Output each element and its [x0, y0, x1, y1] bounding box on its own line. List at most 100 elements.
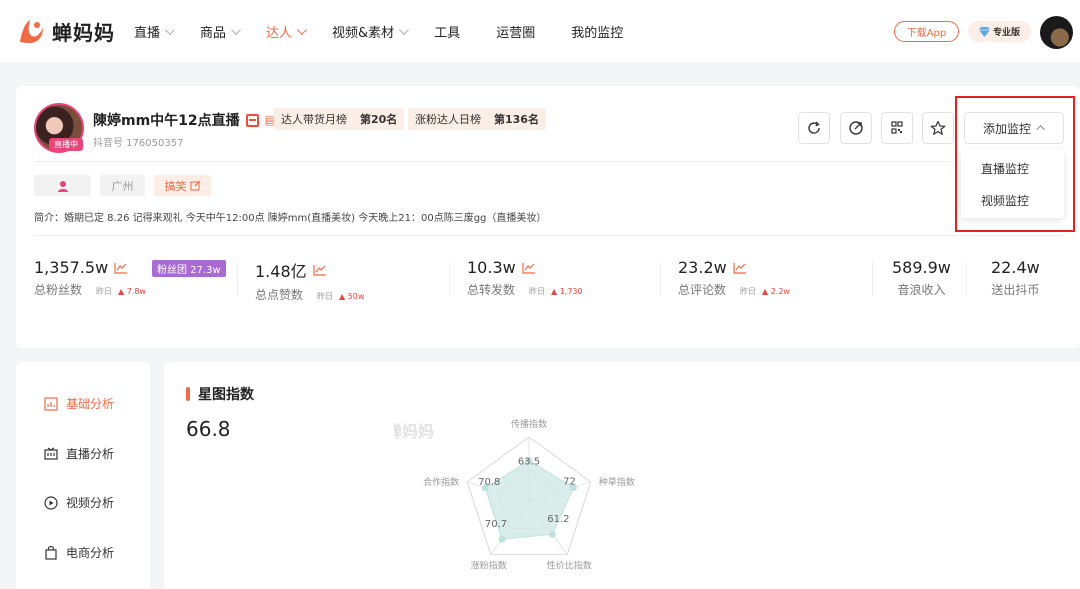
play-circle-icon — [44, 495, 58, 510]
stat-total-comments: 23.2w 总评论数 昨日 ▲ 2.2w — [678, 258, 790, 298]
pro-version-button[interactable]: 专业版 — [968, 21, 1031, 42]
nav-item-influencers[interactable]: 达人 — [266, 22, 307, 41]
sidebar-item-video-analysis[interactable]: 视频分析 — [44, 494, 114, 511]
radar-value-label: 70.8 — [478, 477, 500, 488]
nav-item-products[interactable]: 商品 — [200, 22, 241, 41]
stat-yesterday-label: 昨日 — [96, 287, 113, 296]
rank-value: 第20名 — [360, 113, 398, 126]
chevron-down-icon — [230, 24, 241, 35]
nav-item-my-monitor[interactable]: 我的监控 — [571, 22, 623, 41]
stat-sound-wave-income: 589.9w 音浪收入 — [892, 258, 951, 298]
fan-club-badge[interactable]: 粉丝团 27.3w — [152, 260, 226, 277]
stat-total-fans: 1,357.5w 总粉丝数 昨日 ▲ 7.8w — [34, 258, 146, 298]
star-index-radar-chart: 传播指数种草指数性价比指数 涨粉指数 合作指数 63.5 72 61.2 70.7 70.8… — [394, 418, 635, 572]
qrcode-button[interactable] — [881, 112, 913, 144]
radar-axis-label: 合作指数 — [423, 476, 459, 488]
douyin-id: 抖音号 176050357 — [93, 138, 184, 149]
radar-value-label: 72 — [563, 477, 576, 488]
live-room-icon[interactable] — [245, 113, 259, 127]
nav-item-live[interactable]: 直播 — [134, 22, 175, 41]
sidebar-item-label: 基础分析 — [66, 397, 115, 411]
shopping-bag-icon — [45, 545, 57, 560]
stat-label: 音浪收入 — [897, 283, 946, 297]
stat-coins-sent: 22.4w 送出抖币 — [991, 258, 1040, 298]
stat-yesterday-label: 昨日 — [317, 292, 334, 301]
radar-axis-label: 性价比指数 — [547, 560, 592, 572]
radar-axis-label: 传播指数 — [511, 418, 547, 430]
highlight-box — [955, 96, 1075, 232]
influencer-name: 陳婷mm中午12点直播 — [93, 113, 240, 129]
star-index-score: 66.8 — [186, 417, 231, 441]
nav-item-tools[interactable]: 工具 — [434, 22, 460, 41]
stat-delta: ▲ 7.8w — [118, 287, 146, 296]
sidebar-item-live-analysis[interactable]: 直播分析 — [44, 445, 114, 462]
sidebar-item-label: 电商分析 — [66, 546, 115, 560]
nav-label: 我的监控 — [571, 25, 624, 41]
influencer-profile-card: 直播中 陳婷mm中午12点直播 ▤ 达人带货月榜 第20名 涨粉达人日榜 第13… — [16, 86, 1080, 348]
chevron-down-icon — [164, 24, 175, 35]
stat-delta: ▲ 2.2w — [762, 287, 790, 296]
top-navbar: 蝉妈妈 直播 商品 达人 视频&素材 工具 运营圈 我的监控 下载App 专业版 — [0, 0, 1080, 62]
rank-tag-monthly-sales[interactable]: 达人带货月榜 第20名 — [274, 108, 405, 130]
chevron-down-icon — [399, 24, 410, 35]
rank-tag-daily-fans[interactable]: 涨粉达人日榜 第136名 — [408, 108, 546, 130]
download-app-button[interactable]: 下载App — [894, 21, 959, 42]
favorite-button[interactable] — [922, 112, 954, 144]
refresh-icon — [808, 121, 820, 134]
star-icon — [930, 120, 946, 135]
logo[interactable]: 蝉妈妈 — [16, 16, 115, 46]
category-label: 搞笑 — [164, 179, 187, 193]
divider — [237, 262, 238, 296]
category-tag[interactable]: 搞笑 — [154, 175, 211, 196]
nav-item-video-material[interactable]: 视频&素材 — [332, 22, 410, 41]
nav-label: 运营圈 — [496, 25, 536, 41]
bio-text: 简介：婚期已定 8.26 记得来观礼 今天中午12:00点 陳婷mm(直播美妆)… — [34, 213, 547, 224]
trend-chart-icon[interactable] — [313, 264, 327, 276]
stat-yesterday-label: 昨日 — [529, 287, 546, 296]
logo-text: 蝉妈妈 — [52, 20, 115, 45]
section-title: 星图指数 — [186, 384, 254, 404]
stat-label: 送出抖币 — [991, 283, 1040, 297]
stat-label: 总粉丝数 — [34, 283, 83, 297]
share-button[interactable] — [840, 112, 872, 144]
radar-value-label: 63.5 — [518, 457, 540, 468]
nav-label: 视频&素材 — [332, 25, 395, 41]
stat-delta: ▲ 1,730 — [551, 287, 583, 296]
trend-chart-icon[interactable] — [522, 262, 536, 274]
stat-value: 22.4w — [991, 258, 1040, 277]
sidebar-item-label: 直播分析 — [66, 447, 115, 461]
stat-total-shares: 10.3w 总转发数 昨日 ▲ 1,730 — [467, 258, 583, 298]
refresh-button[interactable] — [798, 112, 830, 144]
bar-chart-icon — [44, 396, 58, 411]
radar-axis-label: 涨粉指数 — [471, 560, 507, 572]
radar-value-label: 61.2 — [547, 514, 569, 525]
section-title-text: 星图指数 — [198, 387, 254, 403]
radar-point[interactable] — [498, 535, 506, 543]
watermark-text: 蝉妈妈 — [394, 422, 434, 441]
user-avatar[interactable] — [1040, 16, 1073, 49]
radar-point[interactable] — [548, 530, 556, 538]
share-icon — [849, 121, 863, 135]
divider — [966, 262, 967, 296]
trend-chart-icon[interactable] — [114, 262, 128, 274]
rank-label: 达人带货月榜 — [281, 113, 347, 126]
stat-yesterday-label: 昨日 — [740, 287, 757, 296]
influencer-name-row: 陳婷mm中午12点直播 ▤ — [93, 110, 276, 130]
stat-value: 589.9w — [892, 258, 951, 277]
stat-total-likes: 1.48亿 总点赞数 昨日 ▲ 50w — [255, 258, 364, 303]
live-badge: 直播中 — [49, 138, 83, 151]
stat-delta: ▲ 50w — [339, 292, 365, 301]
pro-label: 专业版 — [992, 28, 1020, 38]
qrcode-icon — [891, 121, 903, 134]
chevron-down-icon — [297, 24, 307, 35]
stat-value: 1,357.5w — [34, 258, 109, 277]
sidebar-item-basic-analysis[interactable]: 基础分析 — [44, 395, 114, 412]
divider — [660, 262, 661, 296]
watermark: 蝉妈妈 — [394, 422, 434, 441]
sidebar-item-label: 视频分析 — [66, 496, 115, 510]
nav-item-ops-circle[interactable]: 运营圈 — [496, 22, 535, 41]
trend-chart-icon[interactable] — [733, 262, 747, 274]
nav-label: 直播 — [134, 25, 161, 41]
sidebar-item-ecommerce-analysis[interactable]: 电商分析 — [44, 544, 114, 561]
divider — [872, 262, 873, 296]
